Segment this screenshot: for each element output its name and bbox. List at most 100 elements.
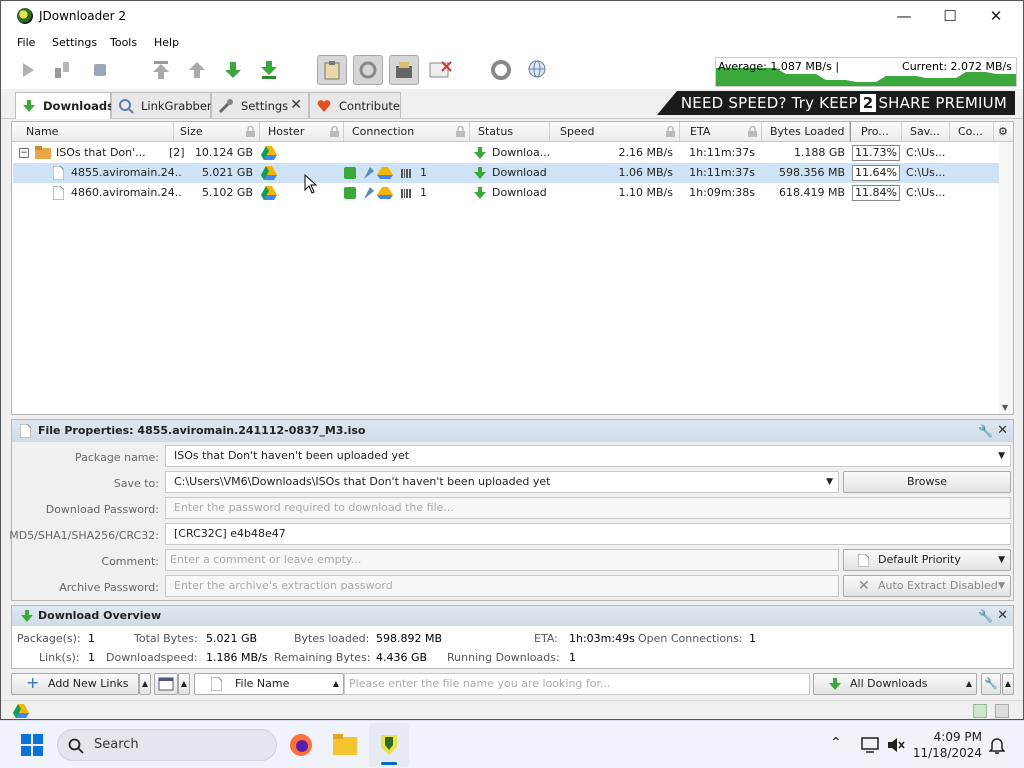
panel-settings-icon[interactable]: 🔧 (978, 606, 993, 626)
add-new-links-button[interactable]: + Add New Links (11, 673, 139, 695)
col-progress[interactable]: Pro... (850, 122, 902, 142)
package-row[interactable]: − ISOs that Don'... [2] 10.124 GB Downlo… (13, 143, 999, 163)
package-name-field[interactable]: ISOs that Don't haven't been uploaded ye… (165, 445, 1011, 467)
notification-bell-icon[interactable] (989, 736, 1005, 754)
quick-settings-button[interactable]: 🔧 (981, 673, 1001, 695)
col-eta[interactable]: ETA (680, 122, 762, 142)
google-drive-icon (261, 166, 277, 180)
table-row[interactable]: 4860.aviromain.24... 5.102 GB 1 Download… (13, 183, 999, 203)
status-tray-icon[interactable] (995, 704, 1009, 718)
update-button[interactable] (523, 56, 551, 84)
auto-extract-select[interactable]: ✕ Auto Extract Disabled ▼ (843, 575, 1011, 597)
network-icon[interactable] (861, 737, 879, 753)
pause-downloads-button[interactable] (48, 56, 76, 84)
add-links-menu-button[interactable]: ▲ (139, 673, 151, 695)
col-connection[interactable]: Connection (344, 122, 470, 142)
tab-contribute[interactable]: Contribute (309, 92, 401, 118)
window-close-icon (429, 61, 452, 78)
clipboard-menu-button[interactable] (154, 673, 178, 695)
col-hoster[interactable]: Hoster (260, 122, 344, 142)
chevron-down-icon: ▼ (998, 451, 1005, 461)
plus-icon: + (26, 673, 40, 692)
save-to-value: C:\Users\VM6\Downloads\ISOs that Don't h… (174, 475, 551, 488)
file-size: 5.102 GB (201, 186, 253, 199)
close-panel-icon[interactable]: ✕ (997, 606, 1008, 626)
premium-toggle[interactable] (389, 55, 419, 85)
file-explorer-icon[interactable] (333, 734, 357, 756)
chevron-up-icon[interactable]: ⌃ (830, 735, 842, 751)
mouse-cursor-icon (304, 174, 318, 194)
firefox-icon[interactable] (289, 733, 313, 757)
status-tray-icon[interactable] (973, 704, 987, 718)
wrench-icon (218, 98, 234, 114)
menu-bar: File Settings Tools Help (1, 33, 1023, 53)
speed-graph: Average: 1.087 MB/s | Current: 2.072 MB/… (715, 57, 1017, 87)
folder-icon (35, 146, 51, 160)
reconnect-button[interactable] (487, 56, 515, 84)
keep2share-banner[interactable]: NEED SPEED? Try KEEP 2 SHARE PREMIUM (657, 91, 1015, 115)
stop-downloads-button[interactable] (86, 56, 114, 84)
google-drive-icon[interactable] (13, 704, 29, 718)
close-panel-icon[interactable]: ✕ (997, 420, 1008, 442)
table-row[interactable]: 4855.aviromain.24... 5.021 GB 1 Download… (13, 163, 999, 183)
table-scrollbar[interactable]: ▼ (999, 142, 1013, 414)
silent-mode-toggle[interactable] (426, 56, 456, 84)
move-to-top-button[interactable] (147, 56, 175, 84)
quick-settings-menu-button[interactable]: ▲ (1002, 673, 1014, 695)
jdownloader-taskbar-button[interactable] (369, 723, 409, 767)
col-status[interactable]: Status (470, 122, 550, 142)
eta-label: ETA: (534, 632, 558, 645)
file-name: 4855.aviromain.24... (71, 166, 181, 179)
hash-field[interactable]: [CRC32C] e4b48e47 (165, 523, 1011, 545)
menu-file[interactable]: File (17, 36, 35, 49)
tab-settings[interactable]: Settings ✕ (211, 92, 309, 118)
col-bytes-loaded[interactable]: Bytes Loaded (762, 122, 850, 142)
title-bar: JDownloader 2 — ☐ ✕ (1, 1, 1023, 33)
browse-button[interactable]: Browse (843, 471, 1011, 493)
search-input[interactable]: Please enter the file name you are looki… (344, 673, 810, 695)
search-icon (68, 738, 84, 754)
tab-downloads[interactable]: Downloads (15, 92, 114, 119)
search-field-select[interactable]: File Name ▲ (194, 673, 344, 695)
close-window-button[interactable]: ✕ (973, 1, 1019, 31)
auto-reconnect-toggle[interactable] (353, 55, 383, 85)
maximize-button[interactable]: ☐ (927, 1, 973, 31)
priority-value: Default Priority (878, 553, 961, 566)
move-to-bottom-button[interactable] (255, 56, 283, 84)
close-tab-icon[interactable]: ✕ (290, 97, 302, 113)
menu-tools[interactable]: Tools (110, 36, 137, 49)
clock-date[interactable]: 11/18/2024 (905, 746, 982, 760)
bottom-toolbar: + Add New Links ▲ ▲ File Name ▲ Please e… (1, 671, 1023, 699)
col-comment[interactable]: Co... (950, 122, 994, 142)
archive-password-input[interactable]: Enter the archive's extraction password (165, 575, 839, 597)
minimize-button[interactable]: — (881, 1, 927, 31)
taskbar-search-box[interactable]: Search (57, 729, 277, 761)
save-to-field[interactable]: C:\Users\VM6\Downloads\ISOs that Don't h… (165, 471, 839, 493)
downloads-filter-select[interactable]: All Downloads ▲ (813, 673, 977, 695)
col-save-to[interactable]: Sav... (902, 122, 950, 142)
priority-select[interactable]: Default Priority ▼ (843, 549, 1011, 571)
scroll-down-icon[interactable]: ▼ (1002, 403, 1008, 412)
menu-settings[interactable]: Settings (52, 36, 97, 49)
tab-linkgrabber[interactable]: LinkGrabber (111, 92, 212, 118)
taskbar-search-label: Search (94, 737, 139, 752)
column-settings-icon[interactable]: ⚙ (994, 122, 1013, 142)
move-down-button[interactable] (219, 56, 247, 84)
clipboard-icon (324, 61, 340, 80)
start-downloads-button[interactable] (14, 56, 42, 84)
menu-help[interactable]: Help (154, 36, 179, 49)
file-properties-header: File Properties: 4855.aviromain.241112-0… (12, 420, 1013, 442)
collapse-toggle[interactable]: − (19, 148, 29, 158)
col-name[interactable]: Name (12, 122, 174, 142)
volume-muted-icon[interactable] (887, 737, 905, 753)
move-up-button[interactable] (183, 56, 211, 84)
col-speed[interactable]: Speed (550, 122, 680, 142)
windows-start-icon[interactable] (21, 734, 43, 756)
more-menu-button[interactable]: ▲ (178, 673, 190, 695)
clock-time[interactable]: 4:09 PM (912, 730, 982, 744)
download-password-input[interactable]: Enter the password required to download … (165, 497, 1011, 519)
panel-settings-icon[interactable]: 🔧 (978, 420, 993, 442)
clipboard-observer-toggle[interactable] (317, 55, 347, 85)
comment-input[interactable]: Enter a comment or leave empty... (165, 549, 839, 571)
col-size[interactable]: Size (174, 122, 260, 142)
